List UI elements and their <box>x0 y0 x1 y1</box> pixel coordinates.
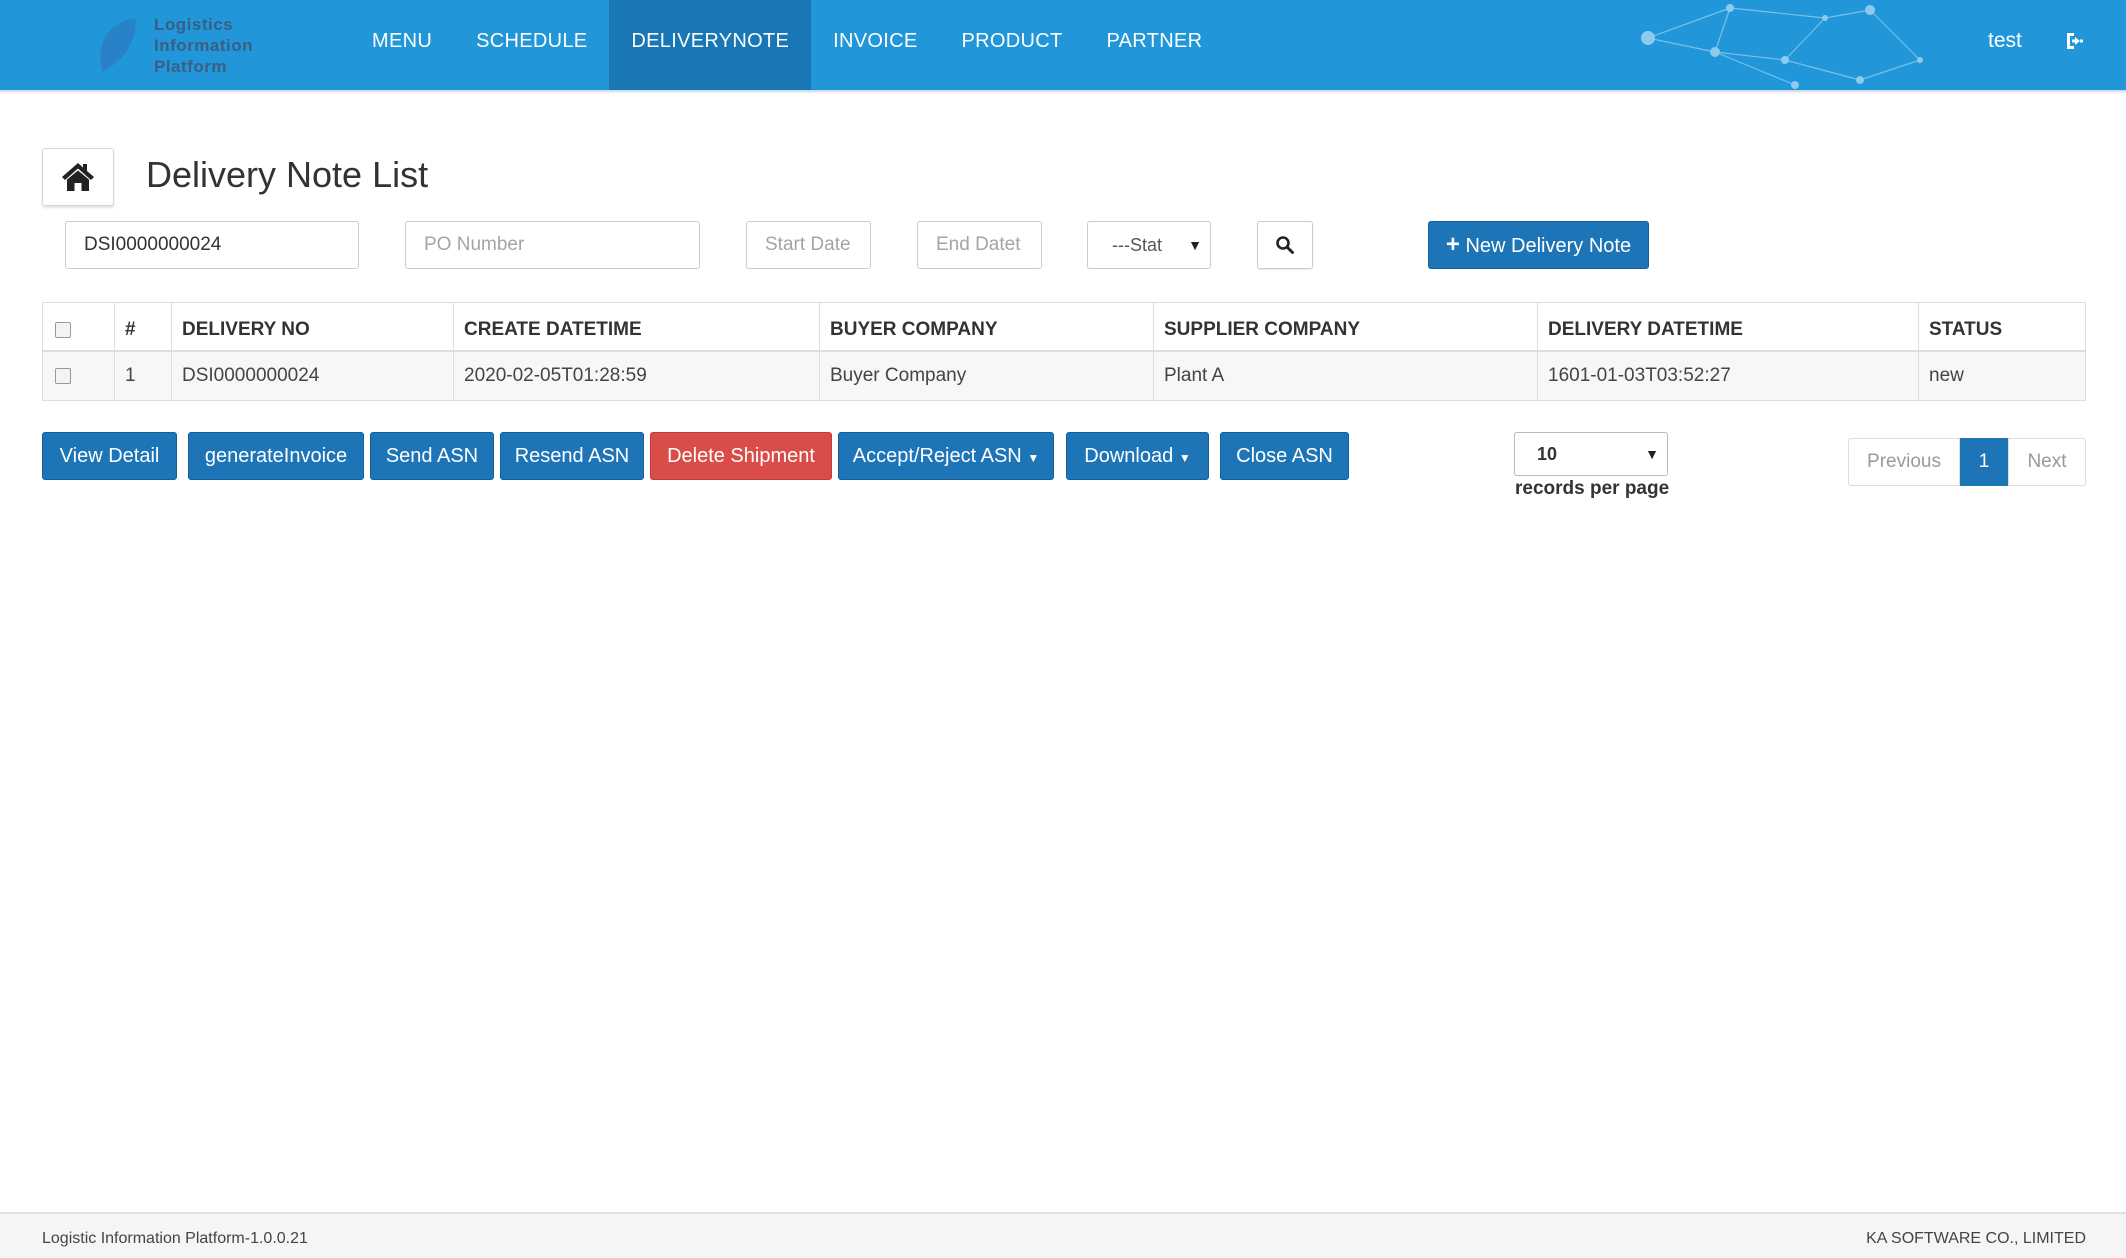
col-header-delivery-no[interactable]: DELIVERY NO <box>171 302 454 352</box>
brand-name: Logistics Information Platform <box>154 15 253 76</box>
page-title: Delivery Note List <box>146 154 429 195</box>
select-all-checkbox[interactable] <box>55 322 71 339</box>
cell-status: new <box>1918 350 2086 401</box>
home-button[interactable] <box>42 148 114 206</box>
download-dropdown[interactable]: Download ▼ <box>1066 432 1209 480</box>
generate-invoice-button[interactable]: generateInvoice <box>188 432 364 480</box>
delete-shipment-button[interactable]: Delete Shipment <box>650 432 832 480</box>
col-header-create-datetime[interactable]: CREATE DATETIME <box>453 302 820 352</box>
plus-icon: + <box>1445 231 1460 258</box>
brand-logo[interactable]: Logistics Information Platform <box>96 12 276 80</box>
col-header-status[interactable]: STATUS <box>1918 302 2086 352</box>
cell-supplier-company: Plant A <box>1153 350 1538 401</box>
main-nav: MENU SCHEDULE DELIVERYNOTE INVOICE PRODU… <box>350 0 1224 90</box>
cell-delivery-no: DSI0000000024 <box>171 350 454 401</box>
chevron-down-icon: ▼ <box>1188 237 1202 253</box>
nav-item-deliverynote[interactable]: DELIVERYNOTE <box>609 0 812 90</box>
nav-item-schedule[interactable]: SCHEDULE <box>454 0 609 90</box>
records-per-page-label: records per page <box>1515 478 1670 499</box>
records-per-page-value: 10 <box>1537 444 1558 464</box>
network-decoration <box>1641 4 1923 89</box>
col-header-delivery-datetime[interactable]: DELIVERY DATETIME <box>1537 302 1919 352</box>
user-name[interactable]: test <box>1988 0 2022 82</box>
pagination-previous[interactable]: Previous <box>1848 438 1960 486</box>
search-button[interactable] <box>1257 221 1313 269</box>
download-label: Download <box>1084 445 1174 467</box>
cell-buyer-company: Buyer Company <box>819 350 1154 401</box>
page-footer: Logistic Information Platform-1.0.0.21 K… <box>0 1212 2126 1258</box>
logout-icon[interactable] <box>2064 30 2086 52</box>
nav-item-product[interactable]: PRODUCT <box>940 0 1085 90</box>
pagination-next[interactable]: Next <box>2008 438 2086 486</box>
records-per-page-select[interactable]: 10 ▼ <box>1514 432 1668 476</box>
top-navbar: Logistics Information Platform MENU SCHE… <box>0 0 2126 90</box>
new-delivery-note-button[interactable]: + New Delivery Note <box>1428 221 1649 269</box>
po-number-input[interactable] <box>405 221 700 269</box>
search-icon <box>1276 236 1294 254</box>
view-detail-button[interactable]: View Detail <box>42 432 177 480</box>
home-icon <box>62 163 94 191</box>
leaf-icon <box>100 18 136 72</box>
row-select-cell <box>42 350 115 401</box>
navbar-shadow <box>0 90 2126 94</box>
caret-down-icon: ▼ <box>1178 451 1191 465</box>
col-header-index[interactable]: # <box>114 302 172 352</box>
close-asn-button[interactable]: Close ASN <box>1220 432 1349 480</box>
col-header-supplier-company[interactable]: SUPPLIER COMPANY <box>1153 302 1538 352</box>
chevron-down-icon: ▼ <box>1645 446 1659 462</box>
pagination: Previous 1 Next <box>1848 438 2086 486</box>
nav-item-partner[interactable]: PARTNER <box>1085 0 1225 90</box>
footer-version: Logistic Information Platform-1.0.0.21 <box>42 1230 308 1247</box>
start-date-input[interactable] <box>746 221 871 269</box>
row-checkbox[interactable] <box>55 367 71 384</box>
footer-company: KA SOFTWARE CO., LIMITED <box>1866 1230 2086 1247</box>
cell-index: 1 <box>114 350 172 401</box>
delivery-note-table: # DELIVERY NO CREATE DATETIME BUYER COMP… <box>42 302 2086 401</box>
send-asn-button[interactable]: Send ASN <box>370 432 494 480</box>
delivery-no-input[interactable] <box>65 221 359 269</box>
col-header-buyer-company[interactable]: BUYER COMPANY <box>819 302 1154 352</box>
select-all-cell <box>42 302 115 352</box>
new-delivery-note-label: New Delivery Note <box>1465 235 1632 257</box>
accept-reject-asn-label: Accept/Reject ASN <box>852 445 1022 467</box>
pagination-page-1[interactable]: 1 <box>1960 438 2008 486</box>
end-date-input[interactable] <box>917 221 1042 269</box>
resend-asn-button[interactable]: Resend ASN <box>500 432 644 480</box>
cell-create-datetime: 2020-02-05T01:28:59 <box>453 350 820 401</box>
table-header-row: # DELIVERY NO CREATE DATETIME BUYER COMP… <box>42 302 2086 352</box>
cell-delivery-datetime: 1601-01-03T03:52:27 <box>1537 350 1919 401</box>
status-select-value: ---Stat <box>1112 235 1163 255</box>
accept-reject-asn-dropdown[interactable]: Accept/Reject ASN ▼ <box>838 432 1054 480</box>
nav-item-menu[interactable]: MENU <box>350 0 454 90</box>
status-select[interactable]: ---Stat ▼ <box>1087 221 1211 269</box>
nav-item-invoice[interactable]: INVOICE <box>811 0 939 90</box>
caret-down-icon: ▼ <box>1027 451 1040 465</box>
table-row[interactable]: 1 DSI0000000024 2020-02-05T01:28:59 Buye… <box>42 350 2086 401</box>
